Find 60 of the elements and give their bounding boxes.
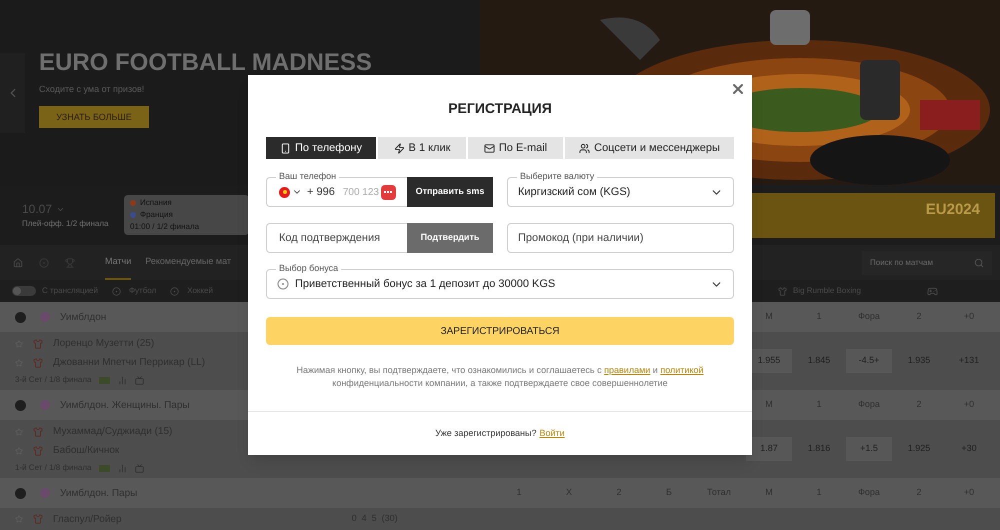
nav-tab[interactable]: Рекомендуемые мат	[145, 245, 232, 280]
home-icon[interactable]	[13, 258, 23, 268]
register-button[interactable]: ЗАРЕГИСТРИРОВАТЬСЯ	[266, 317, 734, 345]
jersey-icon	[33, 514, 43, 524]
banner-subtitle: Сходите с ума от призов!	[39, 82, 146, 96]
country-code: + 996	[307, 184, 335, 200]
chart-icon	[118, 376, 128, 384]
tab[interactable]: Соцсети и мессенджеры	[565, 137, 734, 159]
sport-icon	[112, 286, 121, 296]
envelope-icon	[484, 142, 495, 154]
jersey-icon	[33, 338, 43, 348]
tv-icon	[135, 376, 144, 384]
ball-icon	[277, 278, 289, 290]
previous-button[interactable]	[0, 52, 25, 132]
lightning-icon	[394, 142, 405, 154]
learn-more-button[interactable]: УЗНАТЬ БОЛЬШЕ	[39, 106, 149, 128]
field-label: Выбор бонуса	[276, 264, 342, 273]
tv-icon	[135, 464, 144, 472]
bonus-value: Приветственный бонус за 1 депозит до 30000 KGS	[295, 276, 556, 292]
chart-icon	[118, 464, 128, 472]
field-icon	[99, 464, 110, 472]
terms-text: Нажимая кнопку, вы подтверждаете, что ознакомились и соглашаетесь с правилами и политикой конфиденциальности компании, а также подтверждаете свое совершеннолетие	[295, 364, 705, 390]
jersey-icon	[33, 358, 43, 368]
tab[interactable]: По E-mail	[468, 137, 563, 159]
trophy-icon[interactable]	[65, 258, 75, 268]
toggle-switch[interactable]	[12, 286, 36, 296]
promo-code-input[interactable]: Промокод (при наличии)	[518, 230, 723, 246]
stage-label: Плей-офф. 1/2 финала	[22, 218, 110, 230]
promo-banner[interactable]: EU2024	[750, 192, 995, 238]
terms-link[interactable]: правилами	[604, 365, 650, 375]
odds-cell[interactable]: -4.5+	[846, 349, 892, 373]
jersey-icon	[33, 446, 43, 456]
close-icon[interactable]	[730, 81, 746, 97]
flag-icon	[279, 186, 290, 198]
jersey-icon	[33, 426, 43, 436]
odds-cell[interactable]: 1.87	[746, 437, 792, 461]
sport-icon	[170, 286, 180, 296]
people-icon	[579, 142, 590, 154]
tab[interactable]: По телефону	[266, 137, 376, 159]
search-icon	[974, 258, 984, 268]
odds-cell[interactable]: +1.5	[846, 437, 892, 461]
field-icon	[99, 376, 110, 384]
promo-title: EU2024	[926, 200, 980, 220]
footer-text: Уже зарегистрированы?	[435, 426, 536, 440]
input-field[interactable]: Промокод (при наличии)	[507, 223, 734, 253]
dialog-title: РЕГИСТРАЦИЯ	[447, 99, 553, 118]
phone-icon	[280, 142, 291, 154]
field-label: Ваш телефон	[276, 172, 340, 181]
banner-title: EURO FOOTBALL MADNESS	[39, 48, 372, 78]
currency-value: Киргизский сом (KGS)	[518, 184, 630, 200]
phone-input[interactable]: 700 123	[342, 184, 381, 200]
send-sms-button[interactable]: Отправить sms	[407, 177, 493, 207]
field-label: Выберите валюту	[517, 172, 598, 181]
gamepad-icon[interactable]	[927, 286, 938, 296]
login-link[interactable]: Войти	[540, 426, 565, 440]
tab[interactable]: В 1 клик	[378, 137, 466, 159]
search-field[interactable]: Поиск по матчам	[862, 250, 992, 274]
terms-link[interactable]: политикой	[660, 365, 704, 375]
keypad-icon	[380, 184, 396, 200]
ball-icon[interactable]	[39, 258, 49, 268]
